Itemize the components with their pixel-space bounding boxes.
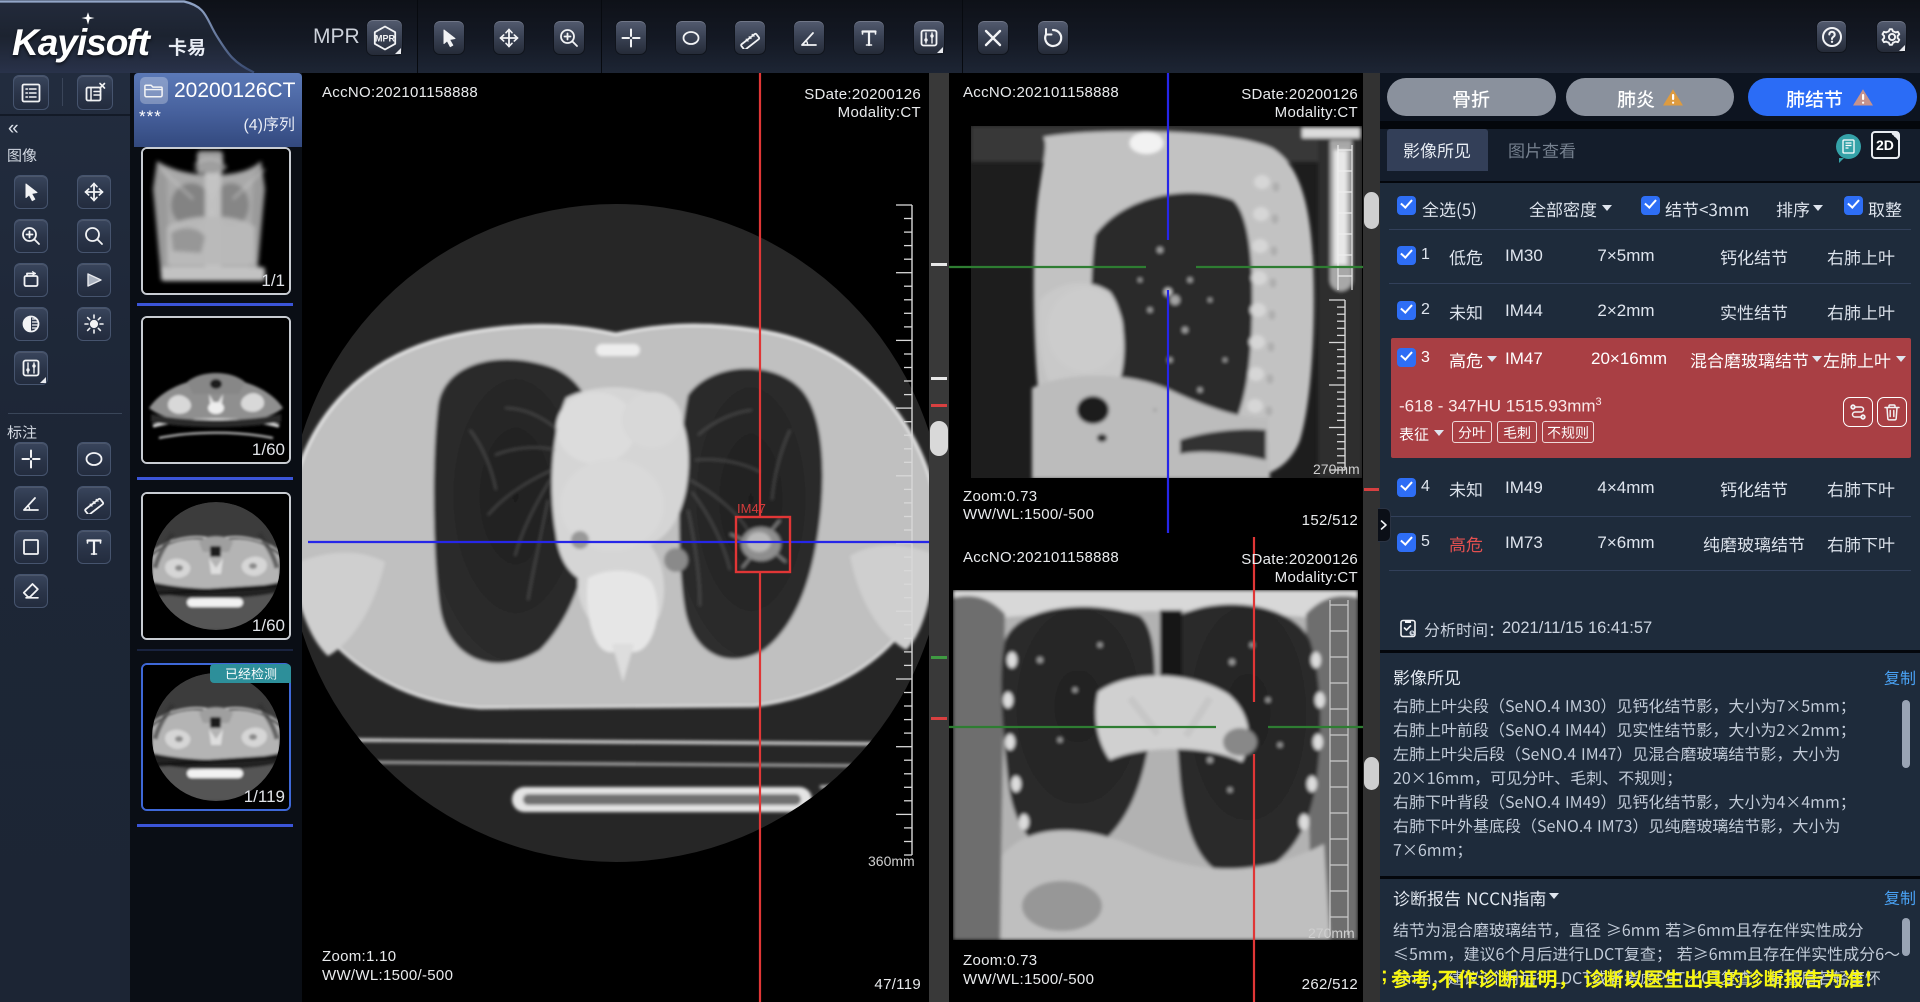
- svg-text:360mm: 360mm: [868, 853, 915, 869]
- svg-text:MPR: MPR: [375, 33, 396, 43]
- svg-text:270mm: 270mm: [1308, 925, 1355, 941]
- svg-text:IM47: IM47: [737, 501, 766, 516]
- svg-text:270mm: 270mm: [1313, 461, 1360, 477]
